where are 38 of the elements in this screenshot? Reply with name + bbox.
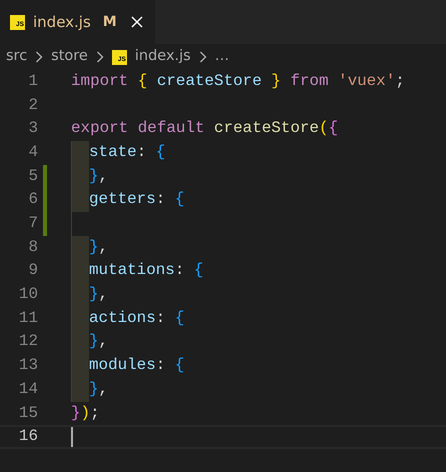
code-line: }, [89, 331, 108, 352]
line-number: 5 [27, 166, 38, 187]
code-line: }); [71, 402, 100, 424]
chevron-icon [35, 51, 44, 63]
line-number: 13 [18, 355, 38, 376]
code-line: state: { [89, 142, 166, 163]
line-number: 10 [18, 284, 38, 306]
line-number: 9 [27, 260, 38, 282]
line-number: 15 [18, 402, 38, 424]
breadcrumb-item[interactable]: src [6, 46, 28, 68]
code-line: import { createStore } from 'vuex'; [71, 70, 405, 92]
line-number: 7 [27, 213, 38, 234]
code-line: export default createStore({ [71, 118, 338, 140]
code-line: }, [89, 284, 108, 306]
chevron-icon [198, 51, 207, 63]
code-line: mutations: { [89, 260, 204, 282]
code-line: modules: { [89, 355, 184, 376]
line-number: 8 [27, 236, 38, 258]
chevron-icon [96, 51, 104, 63]
line-number: 1 [27, 70, 38, 92]
line-number: 16 [18, 426, 38, 448]
line-number: 12 [18, 331, 38, 352]
breadcrumb-item[interactable]: store [51, 46, 88, 68]
modified-status: M [102, 12, 117, 32]
line-number: 11 [18, 308, 38, 329]
breadcrumb-item[interactable]: index.js [134, 46, 191, 68]
line-number: 3 [27, 118, 38, 140]
code-line: getters: { [89, 189, 184, 210]
line-number: 6 [27, 189, 38, 210]
code-line: }, [89, 236, 108, 258]
more-breadcrumb[interactable]: … [214, 46, 230, 68]
line-number: 14 [18, 378, 38, 400]
tab-label: index.js [33, 12, 91, 33]
code-line: }, [89, 378, 108, 400]
line-number: 2 [27, 94, 38, 116]
code-line: }, [89, 166, 108, 187]
code-line: actions: { [89, 308, 184, 329]
line-number: 4 [27, 142, 38, 163]
